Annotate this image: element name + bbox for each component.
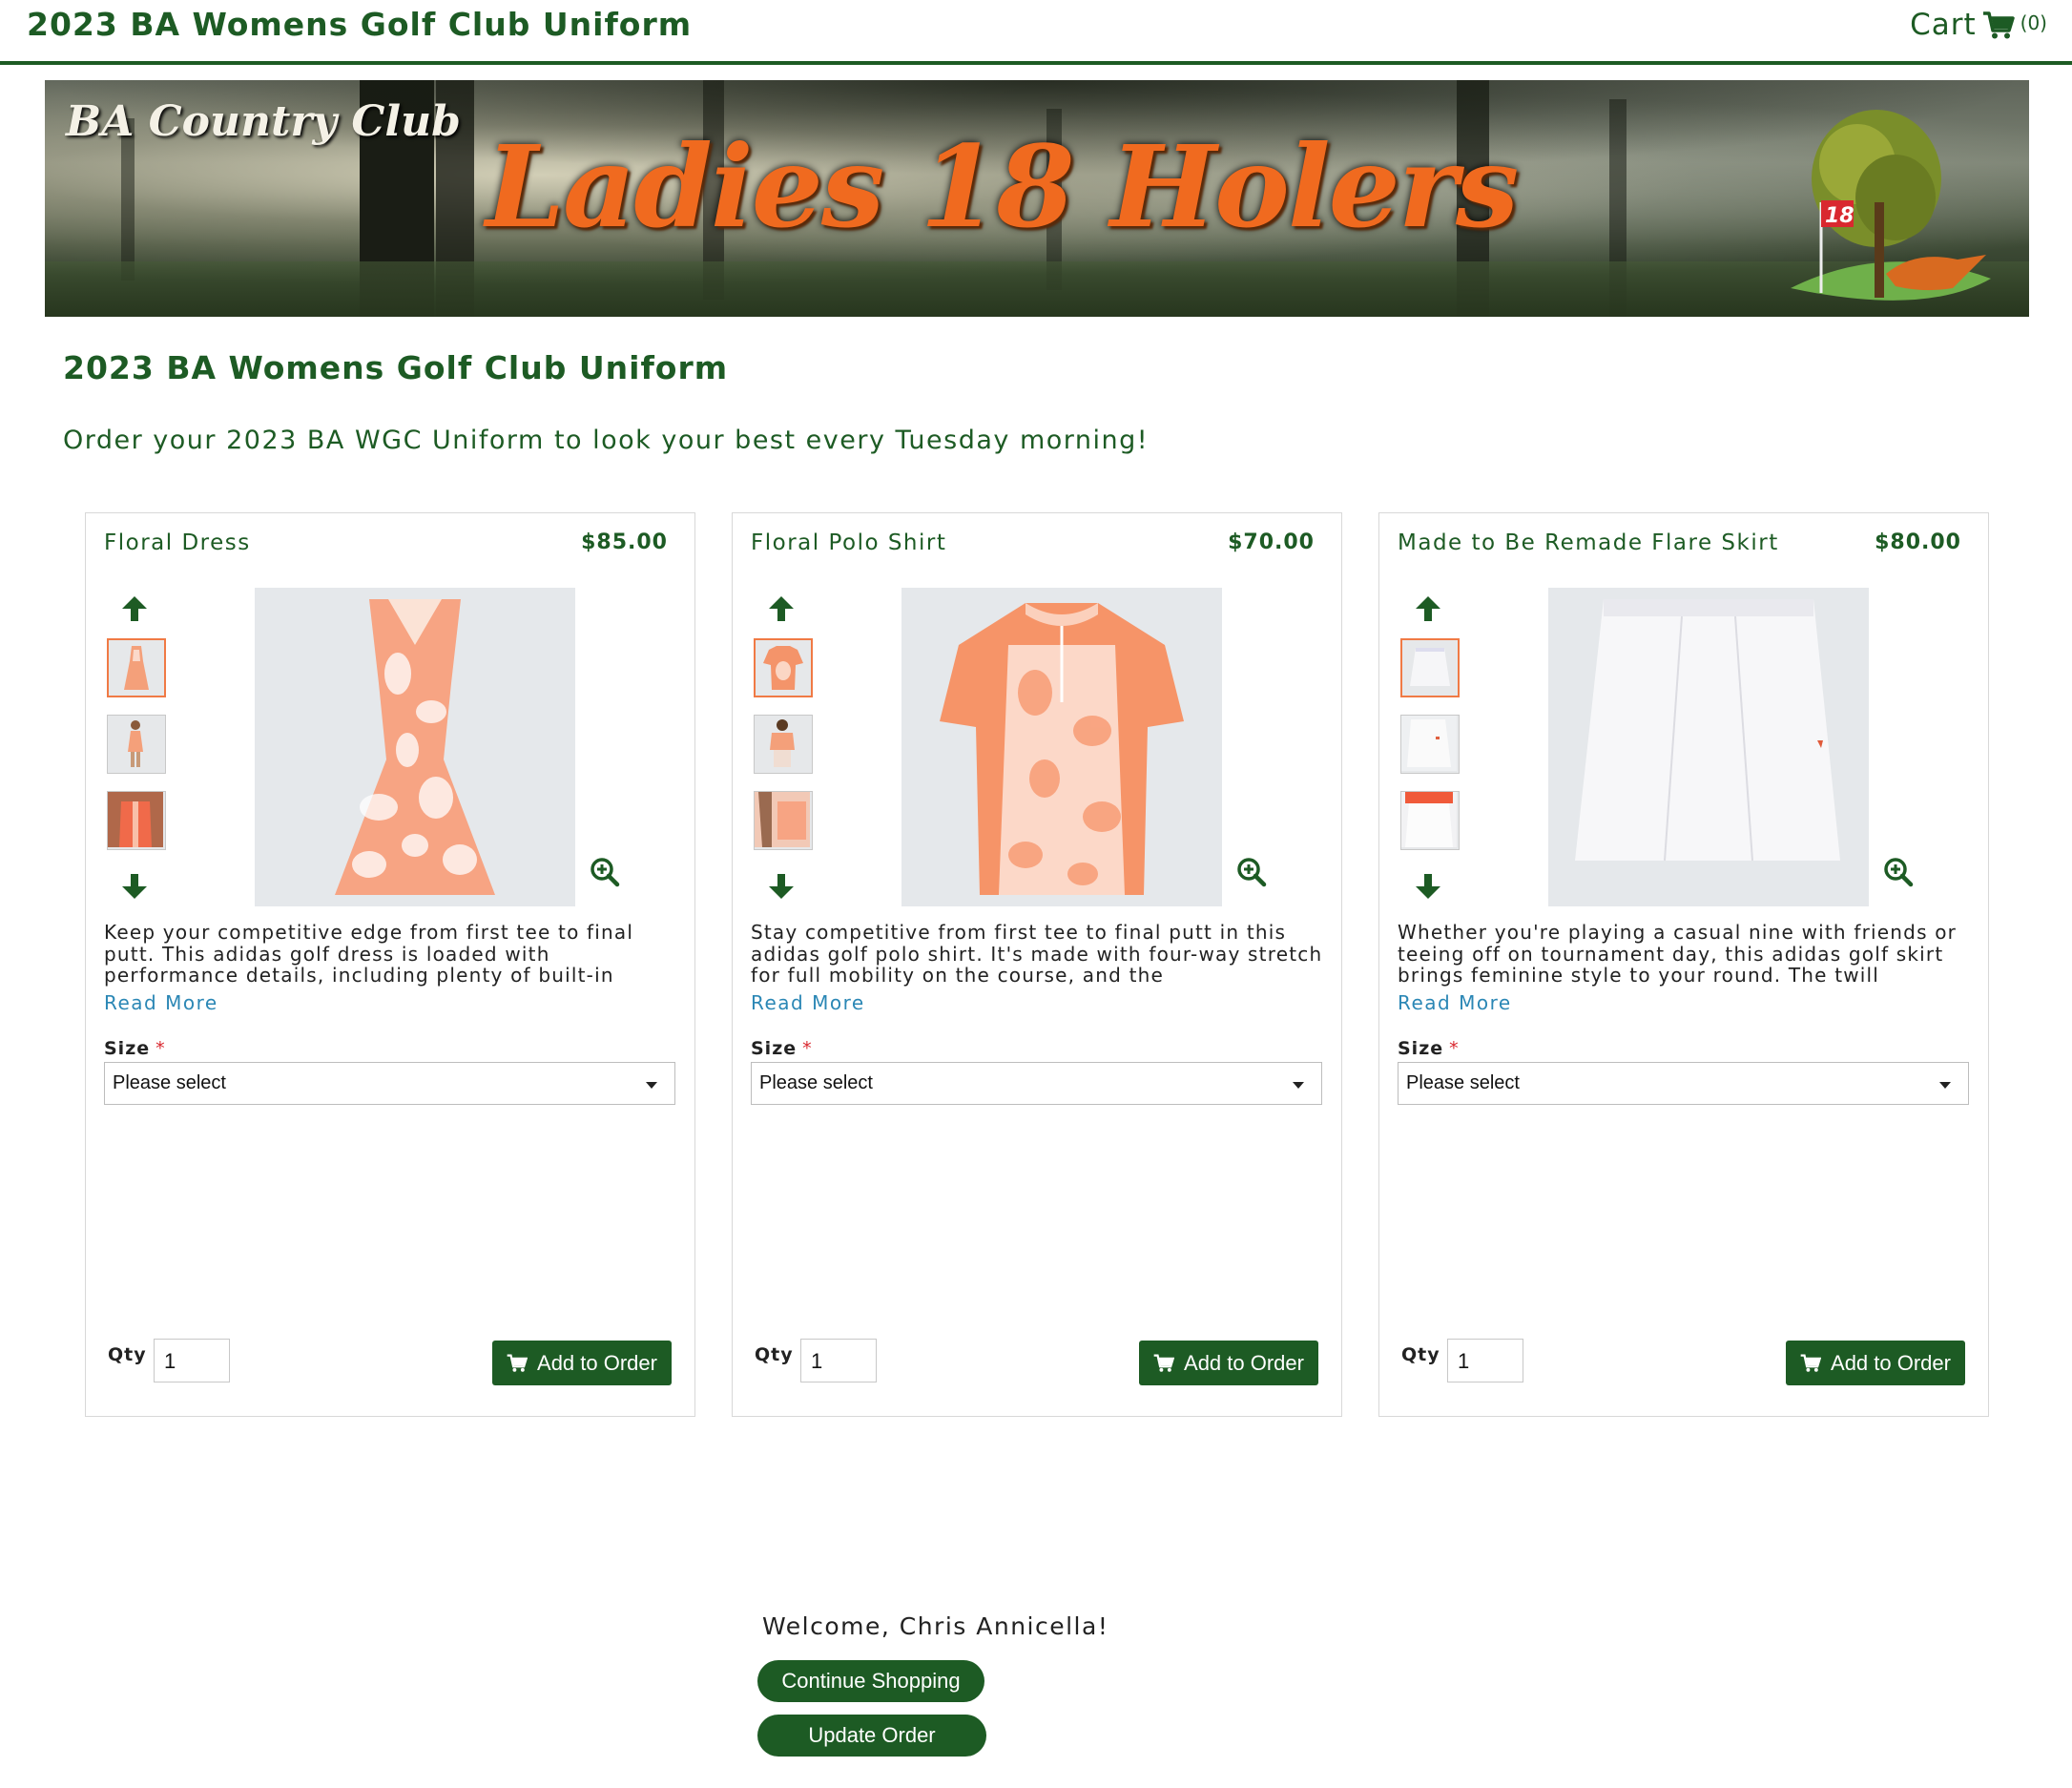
product-thumbnail[interactable] (1400, 791, 1460, 850)
product-thumbnail[interactable] (107, 638, 166, 697)
chevron-down-icon (646, 1082, 657, 1089)
product-card-flare-skirt: Made to Be Remade Flare Skirt $80.00 Whe… (1378, 512, 1989, 1417)
flag-number: 18 (1825, 204, 1854, 228)
size-select[interactable]: Please select (104, 1062, 675, 1105)
update-order-button[interactable]: Update Order (757, 1715, 986, 1757)
size-select-value: Please select (1406, 1072, 1520, 1093)
page-title: 2023 BA Womens Golf Club Uniform (63, 349, 729, 386)
product-name: Floral Polo Shirt (751, 530, 947, 555)
continue-shopping-button[interactable]: Continue Shopping (757, 1660, 984, 1702)
product-name: Floral Dress (104, 530, 251, 555)
add-to-order-button[interactable]: Add to Order (1139, 1341, 1318, 1385)
arrow-down-icon[interactable] (120, 872, 149, 901)
product-thumbnail[interactable] (754, 638, 813, 697)
size-label-text: Size (104, 1038, 151, 1059)
product-description: Whether you're playing a casual nine wit… (1398, 922, 1958, 987)
zoom-in-icon[interactable] (1236, 857, 1267, 887)
banner-image: BA Country Club Ladies 18 Holers 18 (45, 80, 2029, 317)
page-subtitle: Order your 2023 BA WGC Uniform to look y… (63, 426, 1150, 455)
read-more-link[interactable]: Read More (104, 991, 218, 1014)
required-mark: * (1449, 1038, 1460, 1059)
product-thumbnail[interactable] (107, 715, 166, 774)
product-description: Stay competitive from first tee to final… (751, 922, 1323, 987)
size-select[interactable]: Please select (1398, 1062, 1969, 1105)
product-price: $80.00 (1875, 530, 1961, 554)
read-more-link[interactable]: Read More (751, 991, 865, 1014)
club-logo-icon: 18 (1791, 110, 1991, 301)
arrow-down-icon[interactable] (767, 872, 796, 901)
read-more-link[interactable]: Read More (1398, 991, 1512, 1014)
cart-icon (1153, 1353, 1175, 1372)
product-thumbnail[interactable] (754, 715, 813, 774)
add-to-order-label: Add to Order (537, 1350, 657, 1375)
banner-headline: Ladies 18 Holers (486, 120, 1519, 253)
site-title[interactable]: 2023 BA Womens Golf Club Uniform (27, 6, 692, 43)
arrow-up-icon[interactable] (767, 594, 796, 623)
arrow-up-icon[interactable] (1414, 594, 1442, 623)
zoom-in-icon[interactable] (1883, 857, 1914, 887)
qty-input[interactable]: 1 (154, 1339, 230, 1383)
size-label-text: Size (1398, 1038, 1444, 1059)
product-thumbnail[interactable] (1400, 715, 1460, 774)
zoom-in-icon[interactable] (590, 857, 620, 887)
product-price: $70.00 (1228, 530, 1315, 554)
product-thumbnail[interactable] (754, 791, 813, 850)
product-card-floral-dress: Floral Dress $85.00 Keep your competitiv… (85, 512, 695, 1417)
qty-input[interactable]: 1 (800, 1339, 877, 1383)
cart-label[interactable]: Cart (1910, 8, 1977, 42)
size-label: Size * (751, 1038, 813, 1059)
cart-count[interactable]: (0) (2020, 11, 2047, 34)
qty-input[interactable]: 1 (1447, 1339, 1523, 1383)
product-main-image[interactable] (1548, 588, 1869, 906)
banner-club-name: BA Country Club (66, 97, 461, 146)
product-description: Keep your competitive edge from first te… (104, 922, 634, 987)
size-select[interactable]: Please select (751, 1062, 1322, 1105)
arrow-up-icon[interactable] (120, 594, 149, 623)
add-to-order-label: Add to Order (1831, 1350, 1951, 1375)
required-mark: * (155, 1038, 166, 1059)
product-main-image[interactable] (901, 588, 1222, 906)
top-bar: 2023 BA Womens Golf Club Uniform Cart (0… (0, 0, 2072, 65)
cart-icon (1800, 1353, 1822, 1372)
required-mark: * (802, 1038, 813, 1059)
chevron-down-icon (1939, 1082, 1951, 1089)
product-main-image[interactable] (255, 588, 575, 906)
product-price: $85.00 (581, 530, 668, 554)
product-name: Made to Be Remade Flare Skirt (1398, 530, 1779, 555)
add-to-order-label: Add to Order (1184, 1350, 1304, 1375)
size-select-value: Please select (759, 1072, 873, 1093)
qty-label: Qty (108, 1344, 147, 1365)
size-label: Size * (1398, 1038, 1460, 1059)
product-card-floral-polo-shirt: Floral Polo Shirt $70.00 Stay competitiv… (732, 512, 1342, 1417)
size-label-text: Size (751, 1038, 798, 1059)
arrow-down-icon[interactable] (1414, 872, 1442, 901)
cart-link[interactable]: Cart (0) (1910, 8, 2047, 44)
product-thumbnail[interactable] (1400, 638, 1460, 697)
cart-icon (507, 1353, 528, 1372)
add-to-order-button[interactable]: Add to Order (492, 1341, 672, 1385)
chevron-down-icon (1293, 1082, 1304, 1089)
product-thumbnail[interactable] (107, 791, 166, 850)
size-select-value: Please select (113, 1072, 226, 1093)
qty-label: Qty (755, 1344, 794, 1365)
welcome-message: Welcome, Chris Annicella! (762, 1612, 1109, 1640)
cart-icon[interactable] (1982, 8, 2015, 44)
add-to-order-button[interactable]: Add to Order (1786, 1341, 1965, 1385)
qty-label: Qty (1401, 1344, 1440, 1365)
size-label: Size * (104, 1038, 166, 1059)
